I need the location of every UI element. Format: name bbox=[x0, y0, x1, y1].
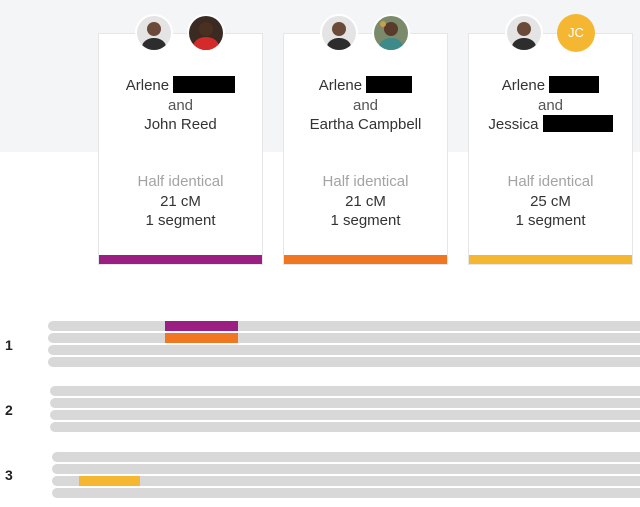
match-card-john-reed[interactable]: Arlene and John Reed Half identical 21 c… bbox=[98, 33, 263, 265]
match-color-bar bbox=[469, 255, 632, 264]
redacted-surname bbox=[542, 115, 613, 132]
chromosome-label: 2 bbox=[5, 402, 13, 418]
shared-cm: 21 cM bbox=[160, 192, 201, 210]
match-color-bar bbox=[99, 255, 262, 264]
chromosome-label: 3 bbox=[5, 467, 13, 483]
avatar-jessica-initials[interactable]: JC bbox=[557, 14, 595, 52]
redacted-surname bbox=[173, 76, 236, 93]
chromosome-track bbox=[48, 321, 640, 331]
conjunction-text: and bbox=[537, 96, 564, 114]
avatar-arlene[interactable] bbox=[320, 14, 358, 52]
avatar-arlene[interactable] bbox=[505, 14, 543, 52]
redacted-surname bbox=[366, 76, 413, 93]
shared-segment-jessica[interactable] bbox=[79, 476, 140, 486]
chromosome-track bbox=[52, 488, 640, 498]
match-names: Arlene and Jessica bbox=[469, 76, 632, 135]
shared-segment-john-reed[interactable] bbox=[165, 321, 238, 331]
person-b-name: Eartha Campbell bbox=[309, 116, 422, 133]
conjunction-text: and bbox=[167, 96, 194, 114]
shared-cm: 21 cM bbox=[345, 192, 386, 210]
match-names: Arlene and Eartha Campbell bbox=[284, 76, 447, 135]
person-a-name: Arlene bbox=[125, 77, 170, 94]
person-a-name: Arlene bbox=[318, 77, 363, 94]
chromosome-track bbox=[50, 422, 640, 432]
chromosome-track bbox=[48, 357, 640, 367]
match-card-eartha-campbell[interactable]: Arlene and Eartha Campbell Half identica… bbox=[283, 33, 448, 265]
chromosome-track bbox=[52, 464, 640, 474]
match-names: Arlene and John Reed bbox=[99, 76, 262, 135]
segment-count: 1 segment bbox=[145, 212, 216, 229]
avatar-arlene[interactable] bbox=[135, 14, 173, 52]
relationship-label: Half identical bbox=[507, 173, 594, 190]
match-stats: Half identical 25 cM 1 segment bbox=[469, 172, 632, 231]
segment-count: 1 segment bbox=[515, 212, 586, 229]
chromosome-track bbox=[52, 476, 640, 486]
redacted-surname bbox=[549, 76, 600, 93]
match-card-jessica[interactable]: Arlene and Jessica Half identical 25 cM … bbox=[468, 33, 633, 265]
chromosome-track bbox=[48, 333, 640, 343]
chromosome-track bbox=[50, 386, 640, 396]
person-b-name: Jessica bbox=[488, 116, 539, 133]
person-a-name: Arlene bbox=[501, 77, 546, 94]
conjunction-text: and bbox=[352, 96, 379, 114]
chromosome-label: 1 bbox=[5, 337, 13, 353]
avatar-john-reed[interactable] bbox=[187, 14, 225, 52]
segment-count: 1 segment bbox=[330, 212, 401, 229]
relationship-label: Half identical bbox=[322, 173, 409, 190]
shared-segment-eartha-campbell[interactable] bbox=[165, 333, 238, 343]
avatar-eartha-campbell[interactable] bbox=[372, 14, 410, 52]
chromosome-track bbox=[50, 410, 640, 420]
chromosome-track bbox=[52, 452, 640, 462]
relationship-label: Half identical bbox=[137, 173, 224, 190]
match-stats: Half identical 21 cM 1 segment bbox=[99, 172, 262, 231]
match-color-bar bbox=[284, 255, 447, 264]
chromosome-track bbox=[48, 345, 640, 355]
match-stats: Half identical 21 cM 1 segment bbox=[284, 172, 447, 231]
shared-cm: 25 cM bbox=[530, 192, 571, 210]
chromosome-track bbox=[50, 398, 640, 408]
person-b-name: John Reed bbox=[144, 116, 217, 133]
